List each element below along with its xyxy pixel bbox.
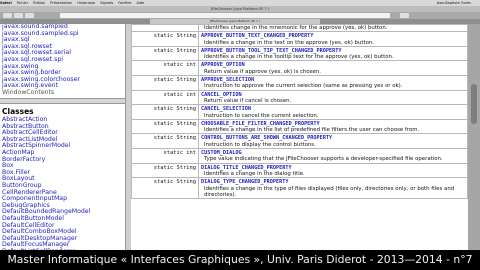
field-description: Identifies a change in the type of files… xyxy=(204,185,455,198)
field-type: static int xyxy=(131,89,199,106)
field-row: static String APPROVE_SELECTION Instructio… xyxy=(131,75,468,91)
browser-toolbar xyxy=(0,12,480,19)
field-cell: CONTROL_BUTTONS_ARE_SHOWN_CHANGED_PROPER… xyxy=(198,133,468,150)
menu-item[interactable]: Signets xyxy=(100,1,113,5)
menu-item[interactable]: Édition xyxy=(33,1,45,5)
field-cell: Identifies change in the mnemonic for th… xyxy=(198,24,468,33)
class-link[interactable]: BorderFactory xyxy=(2,156,125,164)
field-row: static int CUSTOM_DIALOG Type value indica… xyxy=(131,148,468,164)
field-description: Identifies a change in the text on the a… xyxy=(204,39,375,46)
field-name-link[interactable]: CANCEL_SELECTION xyxy=(201,105,465,112)
field-description: Identifies change in the mnemonic for th… xyxy=(204,25,388,31)
field-type: static String xyxy=(131,75,199,91)
address-bar[interactable] xyxy=(60,13,390,18)
field-row: static String DIALOG_TITLE_CHANGED_PROPER… xyxy=(131,162,468,179)
field-cell: DIALOG_TITLE_CHANGED_PROPERTY Identifies … xyxy=(198,162,468,179)
field-name-link[interactable]: APPROVE_OPTION xyxy=(201,61,465,68)
field-type: static String xyxy=(131,133,199,150)
package-link[interactable]: WindowContents xyxy=(2,89,125,97)
field-description: Instruction to display the control butto… xyxy=(204,141,316,148)
field-row: static int APPROVE_OPTION Return value if … xyxy=(131,60,468,77)
field-type: static String xyxy=(131,162,199,179)
field-description: Identifies a change in the tooltip text … xyxy=(204,54,394,61)
forward-button[interactable] xyxy=(14,13,23,18)
menu-item[interactable]: Aide xyxy=(136,1,144,5)
menu-item[interactable]: Présentation xyxy=(50,1,72,5)
field-row: static String CHOOSABLE_FILE_FILTER_CHANG… xyxy=(131,118,468,135)
field-row: static String CONTROL_BUTTONS_ARE_SHOWN_C… xyxy=(131,133,468,150)
field-name-link[interactable]: DIALOG_TYPE_CHANGED_PROPERTY xyxy=(201,178,465,185)
lecture-caption: Master Informatique « Interfaces Graphiq… xyxy=(0,250,480,270)
field-description: Instruction to cancel the current select… xyxy=(204,112,319,119)
field-description: Type value indicating that the JFileChoo… xyxy=(204,156,443,163)
field-name-link[interactable]: CUSTOM_DIALOG xyxy=(201,149,465,156)
field-cell: CANCEL_SELECTION Instruction to cancel th… xyxy=(198,104,468,120)
package-list: javax.sound.sampled javax.sound.sampled.s… xyxy=(0,24,125,98)
field-type: static String xyxy=(131,45,199,62)
menu-item[interactable]: Fichier xyxy=(17,1,28,5)
back-button[interactable] xyxy=(3,13,12,18)
field-type xyxy=(131,24,199,33)
field-cell: APPROVE_SELECTION Instruction to approve … xyxy=(198,75,468,91)
field-name-link[interactable]: APPROVE_SELECTION xyxy=(201,76,465,83)
field-row: static String APPROVE_BUTTON_TEXT_CHANGED… xyxy=(131,31,468,47)
field-cell: CANCEL_OPTION Return value if cancel is c… xyxy=(198,89,468,106)
field-name-link[interactable]: DIALOG_TITLE_CHANGED_PROPERTY xyxy=(201,164,465,171)
field-row: static int CANCEL_OPTION Return value if c… xyxy=(131,89,468,106)
field-name-link[interactable]: APPROVE_BUTTON_TOOL_TIP_TEXT_CHANGED_PRO… xyxy=(201,47,465,54)
menu-item[interactable]: Safari xyxy=(0,1,12,5)
field-cell: DIALOG_TYPE_CHANGED_PROPERTY Identifies a… xyxy=(198,177,468,200)
field-type: static String xyxy=(131,31,199,47)
field-description: Identifies a change in the dialog title. xyxy=(204,170,305,177)
field-cell: APPROVE_BUTTON_TOOL_TIP_TEXT_CHANGED_PRO… xyxy=(198,45,468,62)
field-summary: Identifies change in the mnemonic for th… xyxy=(131,24,468,250)
field-type: static String xyxy=(131,104,199,120)
field-row: Identifies change in the mnemonic for th… xyxy=(131,24,468,33)
scroll-thumb[interactable] xyxy=(471,84,477,124)
field-name-link[interactable]: CANCEL_OPTION xyxy=(201,91,465,98)
menu-item[interactable]: Historique xyxy=(77,1,95,5)
field-description: Return value if cancel is chosen. xyxy=(204,97,292,104)
field-row: static String APPROVE_BUTTON_TOOL_TIP_TEX… xyxy=(131,45,468,62)
reload-button[interactable] xyxy=(400,13,409,18)
field-type: static int xyxy=(131,148,199,164)
field-cell: CHOOSABLE_FILE_FILTER_CHANGED_PROPERTY Id… xyxy=(198,118,468,135)
field-type: static String xyxy=(131,177,199,200)
field-cell: APPROVE_OPTION Return value if approve (y… xyxy=(198,60,468,77)
field-name-link[interactable]: APPROVE_BUTTON_TEXT_CHANGED_PROPERTY xyxy=(201,32,465,39)
field-description: Return value if approve (yes, ok) is cho… xyxy=(204,68,321,75)
field-type: static String xyxy=(131,118,199,135)
field-description: Instruction to approve the current selec… xyxy=(204,83,403,90)
field-name-link[interactable]: CONTROL_BUTTONS_ARE_SHOWN_CHANGED_PROPER… xyxy=(201,134,465,141)
menu-item[interactable]: Fenêtre xyxy=(118,1,131,5)
field-name-link[interactable]: CHOOSABLE_FILE_FILTER_CHANGED_PROPERTY xyxy=(201,120,465,127)
field-row: static String DIALOG_TYPE_CHANGED_PROPERT… xyxy=(131,177,468,200)
field-row: static String CANCEL_SELECTION Instruction… xyxy=(131,104,468,120)
class-list: AbstractAction AbstractButton AbstractCell… xyxy=(0,116,125,250)
field-type: static int xyxy=(131,60,199,77)
right-scrollbar[interactable] xyxy=(468,24,480,250)
share-button[interactable] xyxy=(25,13,34,18)
field-cell: CUSTOM_DIALOG Type value indicating that … xyxy=(198,148,468,164)
field-description: Identifies a change in the list of prede… xyxy=(204,127,420,134)
field-cell: APPROVE_BUTTON_TEXT_CHANGED_PROPERTY Iden… xyxy=(198,31,468,47)
left-frames: javax.sound.sampled javax.sound.sampled.s… xyxy=(0,24,126,250)
